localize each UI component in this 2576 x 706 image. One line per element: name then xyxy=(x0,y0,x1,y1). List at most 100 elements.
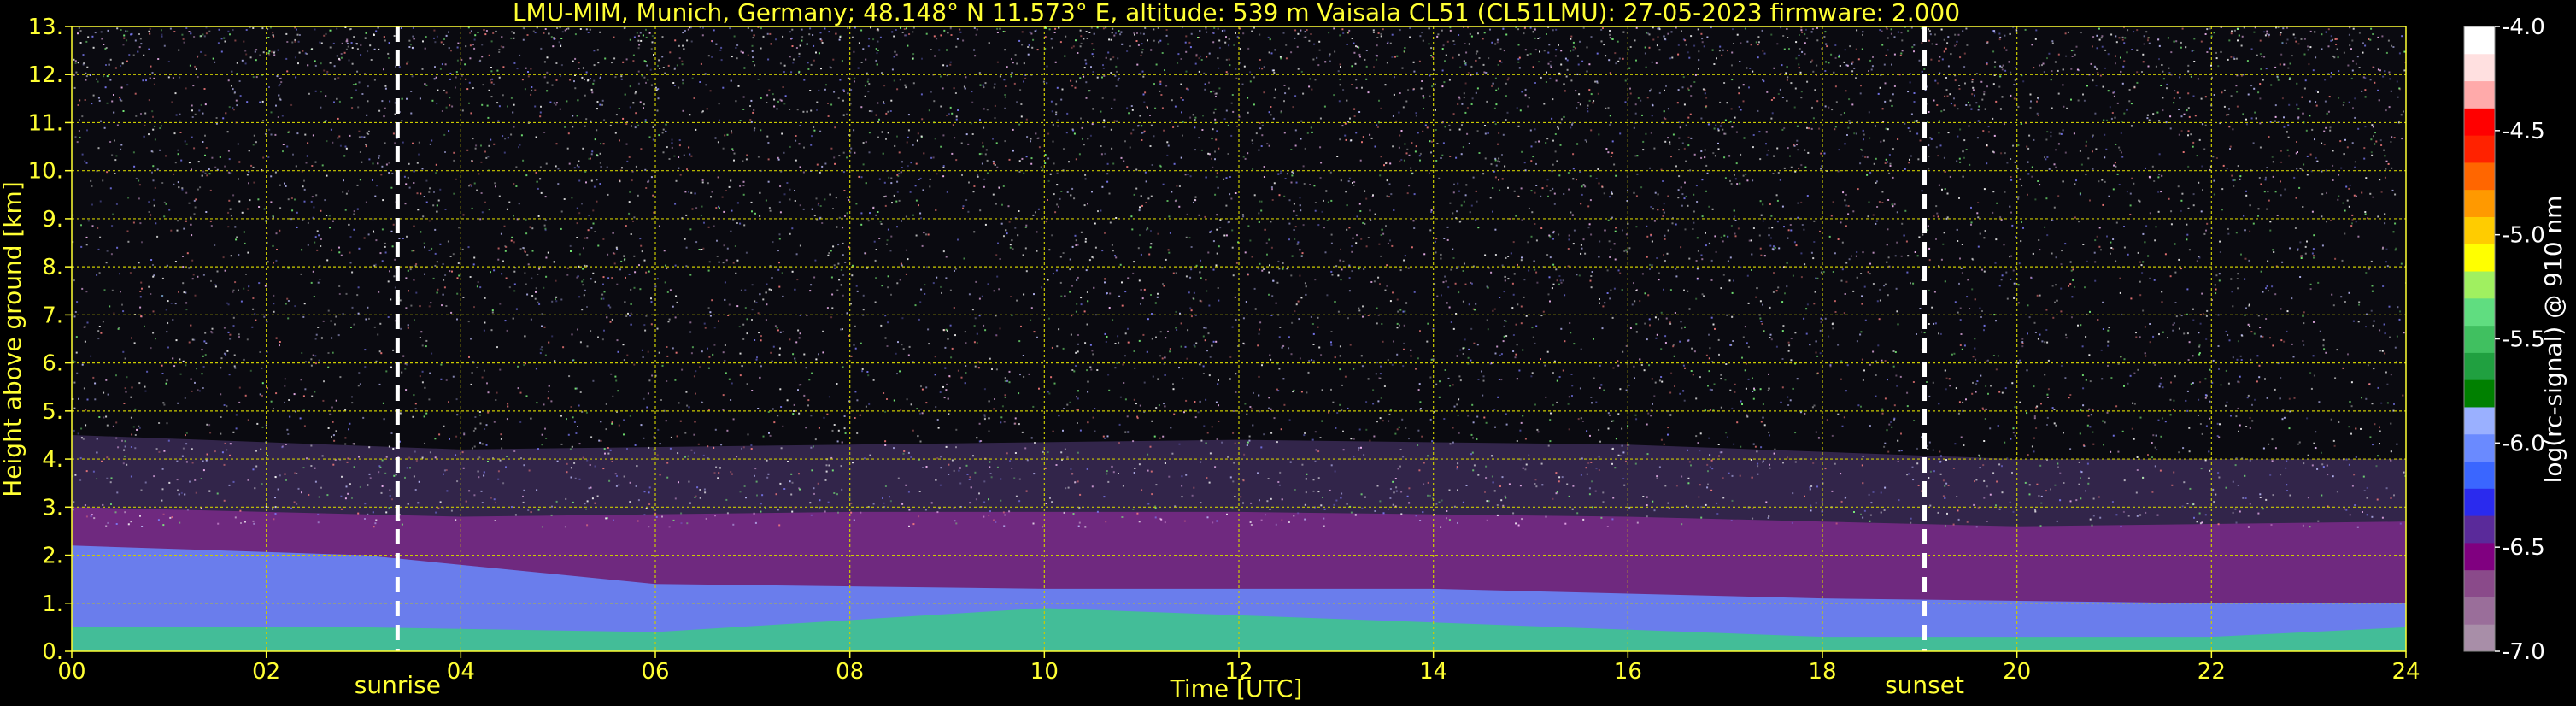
noise-speck xyxy=(1405,302,1408,304)
noise-speck xyxy=(480,144,482,147)
noise-speck xyxy=(1828,335,1830,338)
noise-speck xyxy=(2160,191,2162,193)
noise-speck xyxy=(1417,357,1419,360)
noise-speck xyxy=(1853,511,1855,513)
noise-speck xyxy=(585,411,588,414)
noise-speck xyxy=(544,196,547,198)
noise-speck xyxy=(1690,137,1693,139)
noise-speck xyxy=(1500,379,1503,381)
noise-speck xyxy=(255,59,257,62)
noise-speck xyxy=(1791,521,1793,524)
noise-speck xyxy=(1283,195,1286,197)
noise-speck xyxy=(1847,126,1850,129)
noise-speck xyxy=(1848,258,1851,261)
noise-speck xyxy=(2199,381,2202,384)
noise-speck xyxy=(1288,199,1291,202)
noise-speck xyxy=(193,147,196,150)
noise-speck xyxy=(866,267,868,269)
noise-speck xyxy=(2174,90,2176,92)
noise-speck xyxy=(1438,396,1441,398)
noise-speck xyxy=(2297,443,2299,445)
noise-speck xyxy=(1318,49,1321,51)
noise-speck xyxy=(2247,323,2250,326)
noise-speck xyxy=(1031,46,1034,49)
noise-speck xyxy=(1485,72,1488,74)
noise-speck xyxy=(2391,189,2394,191)
noise-speck xyxy=(1710,489,1713,491)
noise-speck xyxy=(395,65,397,68)
noise-speck xyxy=(1374,510,1376,512)
noise-speck xyxy=(573,462,576,464)
noise-speck xyxy=(1622,350,1624,353)
noise-speck xyxy=(457,262,460,264)
noise-speck xyxy=(1342,430,1344,432)
noise-speck xyxy=(1072,129,1075,132)
noise-speck xyxy=(2288,427,2291,430)
noise-speck xyxy=(912,214,914,216)
noise-speck xyxy=(369,477,372,479)
noise-speck xyxy=(182,256,184,257)
noise-speck xyxy=(1725,363,1728,365)
noise-speck xyxy=(1665,317,1668,320)
noise-speck xyxy=(985,149,988,151)
noise-speck xyxy=(1221,441,1223,444)
noise-speck xyxy=(545,162,548,165)
noise-speck xyxy=(1004,31,1006,32)
noise-speck xyxy=(842,294,844,297)
noise-speck xyxy=(153,475,155,478)
noise-speck xyxy=(384,142,386,144)
noise-speck xyxy=(709,311,712,314)
noise-speck xyxy=(2031,166,2033,168)
noise-speck xyxy=(1892,176,1894,179)
noise-speck xyxy=(1644,52,1646,55)
noise-speck xyxy=(92,470,95,473)
noise-speck xyxy=(1210,91,1212,93)
noise-speck xyxy=(1166,200,1169,202)
noise-speck xyxy=(754,127,756,130)
noise-speck xyxy=(2128,89,2131,91)
noise-speck xyxy=(1977,120,1980,122)
noise-speck xyxy=(1884,82,1887,85)
noise-speck xyxy=(2393,494,2395,497)
noise-speck xyxy=(513,215,514,217)
noise-speck xyxy=(689,321,692,324)
noise-speck xyxy=(485,424,488,427)
noise-speck xyxy=(1731,407,1734,409)
noise-speck xyxy=(2038,239,2040,241)
noise-speck xyxy=(894,144,896,147)
noise-speck xyxy=(81,287,84,290)
noise-speck xyxy=(2030,100,2032,103)
noise-speck xyxy=(1716,502,1718,504)
noise-speck xyxy=(188,31,191,32)
noise-speck xyxy=(1249,80,1252,83)
noise-speck xyxy=(179,358,181,361)
noise-speck xyxy=(1989,493,1992,496)
noise-speck xyxy=(1404,143,1406,145)
noise-speck xyxy=(1045,221,1047,223)
noise-speck xyxy=(2237,165,2239,168)
noise-speck xyxy=(372,511,374,514)
noise-speck xyxy=(1722,240,1724,243)
noise-speck xyxy=(240,522,242,524)
noise-speck xyxy=(206,453,208,456)
noise-speck xyxy=(2026,369,2028,372)
noise-speck xyxy=(795,139,797,142)
noise-speck xyxy=(243,358,245,361)
noise-speck xyxy=(688,406,690,409)
noise-speck xyxy=(1478,57,1481,59)
noise-speck xyxy=(470,383,472,385)
noise-speck xyxy=(1782,462,1784,464)
noise-speck xyxy=(1913,50,1915,53)
noise-speck xyxy=(1449,202,1452,204)
noise-speck xyxy=(694,192,696,195)
noise-speck xyxy=(75,351,78,354)
noise-speck xyxy=(1353,181,1356,183)
noise-speck xyxy=(2377,386,2379,389)
noise-speck xyxy=(1351,270,1353,273)
noise-speck xyxy=(1511,282,1514,285)
noise-speck xyxy=(908,33,911,35)
noise-speck xyxy=(1276,441,1278,444)
noise-speck xyxy=(1353,42,1355,44)
noise-speck xyxy=(445,91,448,94)
noise-speck xyxy=(290,218,293,221)
